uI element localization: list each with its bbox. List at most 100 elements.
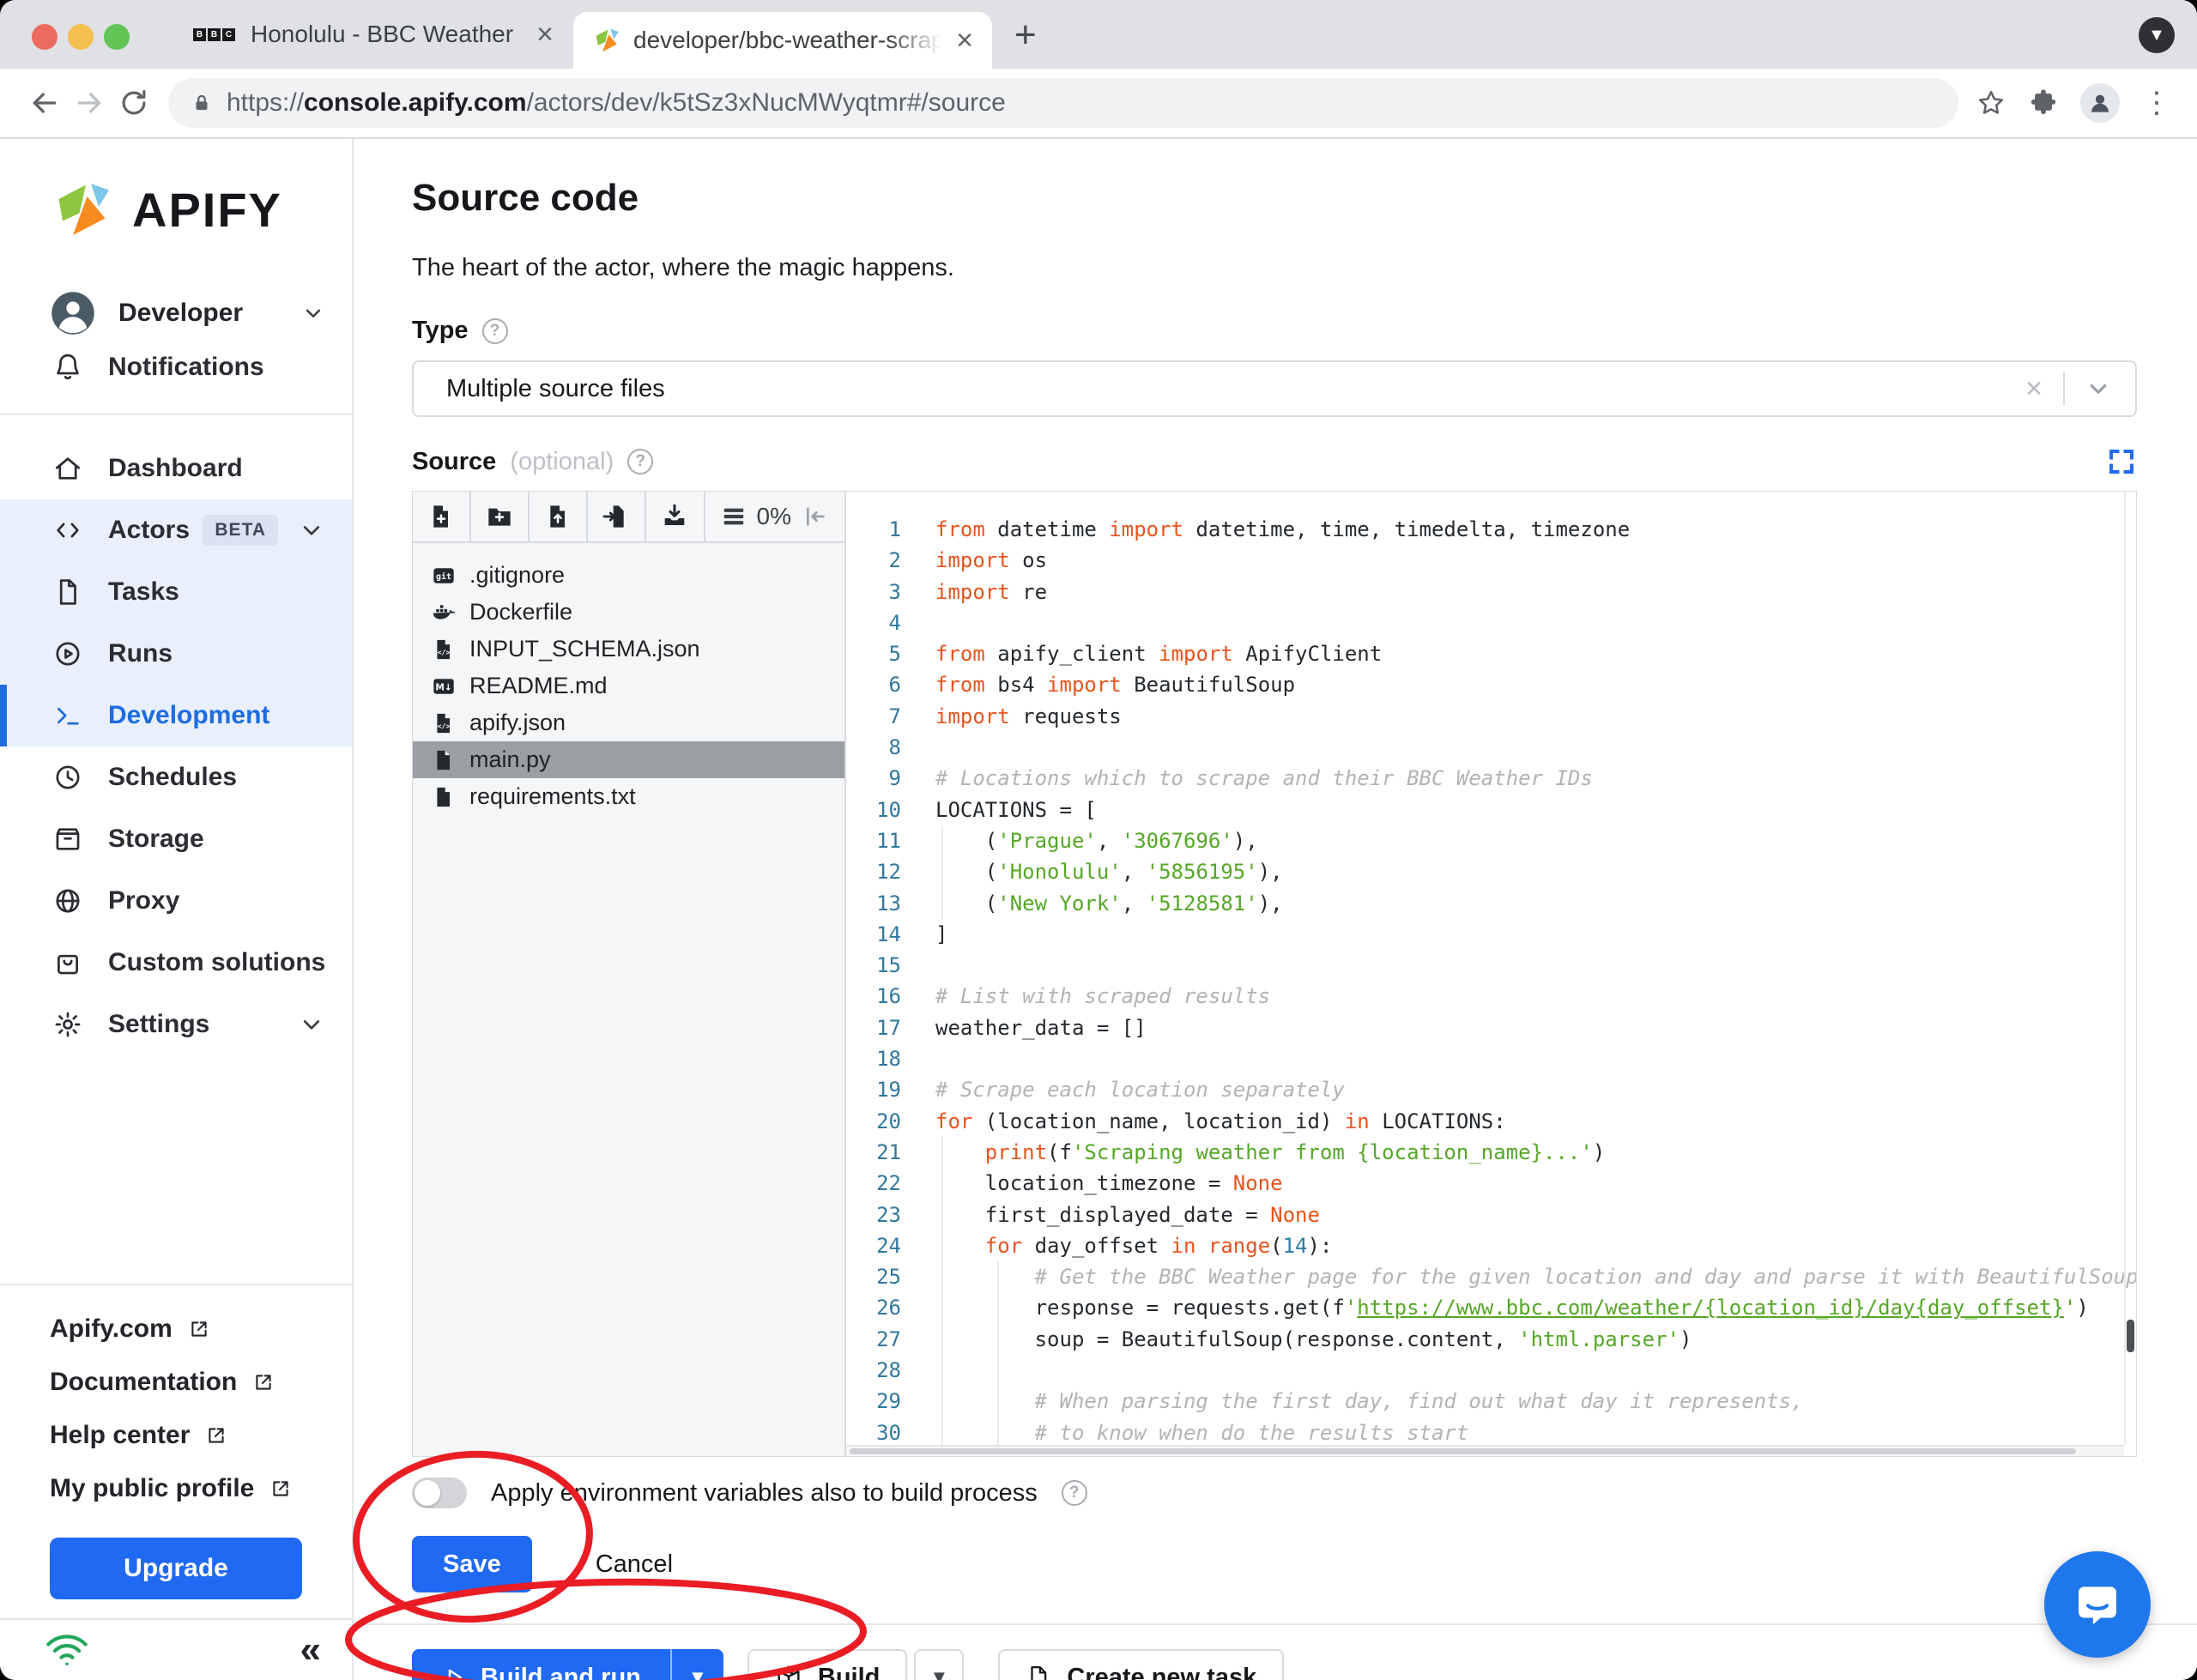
bell-icon <box>53 353 82 382</box>
close-icon[interactable]: × <box>536 20 554 49</box>
import-file-button[interactable] <box>588 492 647 541</box>
help-icon[interactable]: ? <box>1061 1480 1087 1506</box>
code-line: 21 print(f'Scraping weather from {locati… <box>846 1137 2124 1168</box>
code-file-icon: </> <box>437 713 450 733</box>
sidebar-link-my-public-profile[interactable]: My public profile <box>50 1462 352 1515</box>
traffic-light-minimize-icon[interactable] <box>68 24 94 50</box>
clear-icon[interactable]: × <box>2005 372 2063 406</box>
chat-bubble-icon <box>2079 1586 2116 1625</box>
git-file-icon: git <box>433 567 454 583</box>
line-number: 6 <box>888 673 901 698</box>
code-line: 3 import re <box>846 577 2124 607</box>
code-line: 17 weather_data = [] <box>846 1012 2124 1043</box>
reload-button[interactable] <box>112 81 156 125</box>
code-line: 13 ('New York', '5128581'), <box>846 888 2124 919</box>
env-variables-toggle[interactable] <box>412 1478 467 1508</box>
create-new-task-button[interactable]: Create new task <box>998 1649 1285 1680</box>
tab-apify-console[interactable]: developer/bbc-weather-scrape × <box>573 12 992 69</box>
upgrade-button[interactable]: Upgrade <box>50 1538 302 1599</box>
file-item-requirements-txt[interactable]: requirements.txt <box>413 778 844 815</box>
code-line: 6 from bs4 import BeautifulSoup <box>846 669 2124 700</box>
account-switcher[interactable]: Developer <box>0 240 352 336</box>
browser-profile-avatar[interactable] <box>2080 83 2120 123</box>
sidebar-item-dashboard[interactable]: Dashboard <box>0 438 352 499</box>
sidebar-link-apify-com[interactable]: Apify.com <box>50 1302 352 1356</box>
cancel-button[interactable]: Cancel <box>596 1550 673 1579</box>
help-icon[interactable]: ? <box>627 449 654 474</box>
file-item--gitignore[interactable]: git .gitignore <box>413 557 844 594</box>
bookmark-star-icon[interactable] <box>1976 88 2006 118</box>
type-select[interactable]: Multiple source files × <box>412 360 2137 417</box>
back-button[interactable] <box>22 81 67 125</box>
close-icon[interactable]: × <box>956 26 973 55</box>
sidebar-item-custom-solutions[interactable]: Custom solutions <box>0 932 352 994</box>
outline-list-icon[interactable] <box>721 504 747 529</box>
build-and-run-button[interactable]: Build and run <box>412 1649 670 1680</box>
save-button[interactable]: Save <box>412 1536 532 1592</box>
file-item-readme-md[interactable]: M↓ README.md <box>413 668 844 704</box>
fullscreen-icon[interactable] <box>2106 446 2137 477</box>
sidebar-item-label: Storage <box>108 825 204 853</box>
sidebar-item-tasks[interactable]: Tasks <box>0 561 352 623</box>
file-item-apify-json[interactable]: </> apify.json <box>413 704 844 741</box>
code-text: ('Prague', '3067696'), <box>935 828 1258 853</box>
code-text: print(f'Scraping weather from {location_… <box>984 1139 1606 1164</box>
sidebar-item-settings[interactable]: Settings <box>0 994 352 1055</box>
url-text: https://console.apify.com/actors/dev/k5t… <box>227 88 1006 117</box>
file-name: requirements.txt <box>469 783 636 809</box>
tab-bbc-weather[interactable]: BBC Honolulu - BBC Weather × <box>176 0 571 69</box>
new-file-button[interactable] <box>413 492 472 541</box>
terminal-icon <box>53 701 82 730</box>
address-bar[interactable]: https://console.apify.com/actors/dev/k5t… <box>168 78 1958 128</box>
download-indicator-icon[interactable]: ▼ <box>2139 17 2175 53</box>
file-item-input-schema-json[interactable]: </> INPUT_SCHEMA.json <box>413 631 844 668</box>
sidebar-item-runs[interactable]: Runs <box>0 623 352 685</box>
sidebar-link-help-center[interactable]: Help center <box>50 1409 352 1462</box>
sidebar-item-label: Notifications <box>108 353 264 381</box>
line-number: 7 <box>888 704 901 728</box>
scrollbar-thumb[interactable] <box>2127 1320 2134 1352</box>
browser-menu-icon[interactable]: ⋮ <box>2142 86 2171 120</box>
apify-logo[interactable]: APIFY <box>0 139 352 240</box>
traffic-light-close-icon[interactable] <box>32 24 57 50</box>
new-folder-button[interactable] <box>471 492 530 541</box>
chat-widget-button[interactable] <box>2044 1551 2151 1658</box>
go-to-start-icon[interactable] <box>802 503 829 530</box>
sidebar-item-development[interactable]: Development <box>0 685 352 746</box>
file-item-main-py[interactable]: main.py <box>413 741 844 778</box>
apify-logo-text: APIFY <box>132 182 282 237</box>
code-text: import requests <box>935 704 1122 728</box>
horizontal-scrollbar[interactable] <box>846 1445 2124 1456</box>
forward-button[interactable] <box>67 81 112 125</box>
browser-actions: ⋮ <box>1976 83 2175 123</box>
build-and-run-dropdown-button[interactable]: ▼ <box>669 1649 723 1680</box>
extensions-puzzle-icon[interactable] <box>2029 88 2058 118</box>
scrollbar-thumb[interactable] <box>850 1448 2077 1454</box>
sidebar-item-proxy[interactable]: Proxy <box>0 870 352 932</box>
line-number: 12 <box>876 860 901 885</box>
sidebar-item-schedules[interactable]: Schedules <box>0 746 352 808</box>
line-number: 28 <box>876 1358 901 1383</box>
upload-file-button[interactable] <box>530 492 589 541</box>
build-dropdown-button[interactable]: ▼ <box>914 1649 965 1680</box>
build-button[interactable]: Build <box>747 1649 908 1680</box>
download-all-button[interactable] <box>646 492 705 541</box>
progress-percent: 0% <box>756 503 792 529</box>
sidebar-item-notifications[interactable]: Notifications <box>0 336 352 398</box>
new-tab-button[interactable]: + <box>1014 14 1037 57</box>
traffic-light-zoom-icon[interactable] <box>104 24 130 50</box>
file-item-dockerfile[interactable]: Dockerfile <box>413 594 844 631</box>
code-line: 15 <box>846 950 2124 981</box>
sidebar-item-storage[interactable]: Storage <box>0 808 352 870</box>
chevron-down-icon[interactable] <box>2065 374 2113 403</box>
sidebar-item-label: Dashboard <box>108 454 243 482</box>
document-icon <box>1026 1665 1051 1680</box>
sidebar-item-actors[interactable]: Actors BETA <box>0 499 352 561</box>
sidebar-link-documentation[interactable]: Documentation <box>50 1356 352 1409</box>
code-text: # Locations which to scrape and their BB… <box>935 766 1593 791</box>
vertical-scrollbar[interactable] <box>2124 492 2136 1444</box>
code-pane[interactable]: 1 from datetime import datetime, time, ti… <box>846 492 2136 1456</box>
help-icon[interactable]: ? <box>481 317 508 344</box>
code-text: # List with scraped results <box>935 984 1271 1009</box>
collapse-sidebar-icon[interactable]: « <box>300 1630 321 1669</box>
